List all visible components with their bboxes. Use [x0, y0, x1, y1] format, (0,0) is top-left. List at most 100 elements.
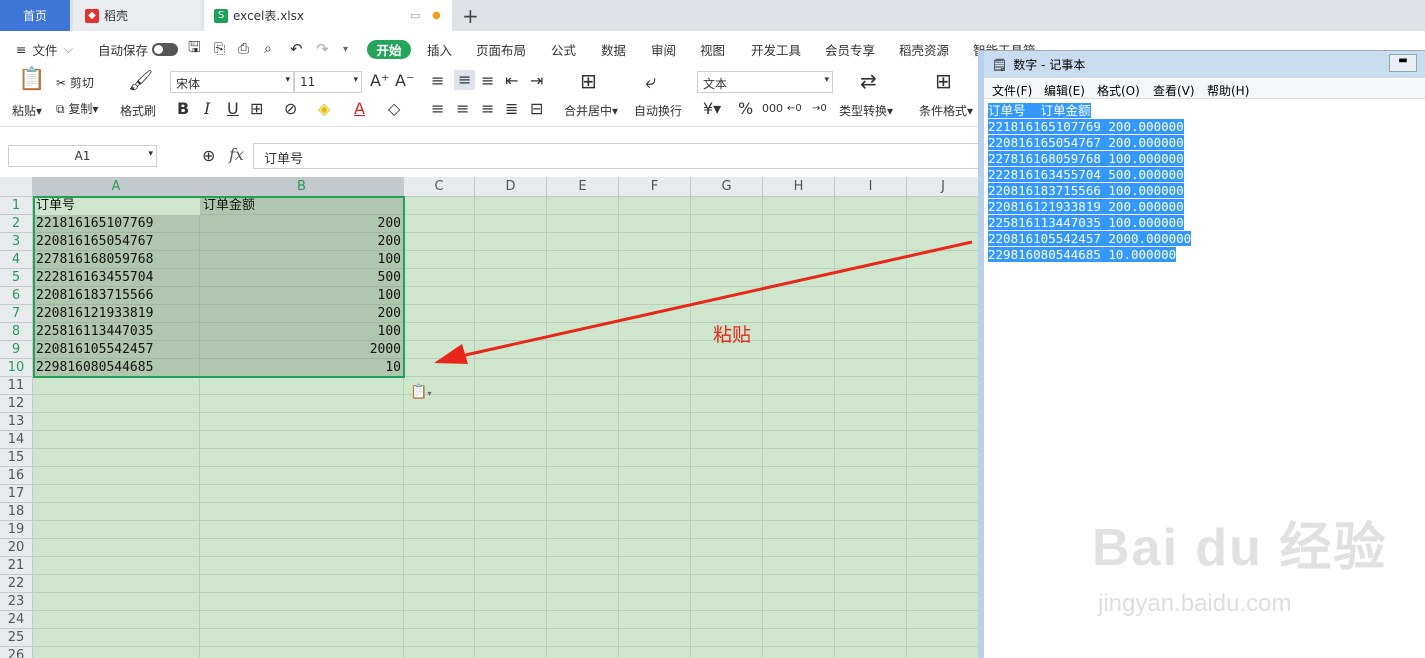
column-header-a[interactable]: A	[33, 177, 200, 197]
row-header[interactable]: 16	[0, 467, 33, 485]
select-all-corner[interactable]	[0, 177, 33, 197]
row-header[interactable]: 7	[0, 305, 33, 323]
tab-developer[interactable]: 开发工具	[751, 31, 801, 67]
tab-insert[interactable]: 插入	[427, 31, 452, 67]
np-menu-view[interactable]: 查看(V)	[1153, 82, 1195, 99]
fill-color-icon[interactable]: ◈	[318, 100, 330, 118]
row-header[interactable]: 10	[0, 359, 33, 377]
strikethrough-icon[interactable]: ⊘	[284, 100, 297, 118]
row-header[interactable]: 17	[0, 485, 33, 503]
paste-icon[interactable]: 📋	[18, 69, 45, 91]
redo-icon[interactable]: ↷	[316, 31, 329, 67]
row-header[interactable]: 2	[0, 215, 33, 233]
row-header[interactable]: 1	[0, 197, 33, 215]
row-header[interactable]: 13	[0, 413, 33, 431]
number-format-select[interactable]: 文本 ▾	[697, 71, 833, 93]
copy-button[interactable]: ⧉ 复制▾	[56, 100, 98, 117]
increase-font-icon[interactable]: A⁺	[370, 72, 389, 90]
tab-member[interactable]: 会员专享	[825, 31, 875, 67]
monitor-icon[interactable]: ▭	[410, 9, 420, 22]
cut-button[interactable]: ✂ 剪切	[56, 74, 94, 91]
row-header[interactable]: 9	[0, 341, 33, 359]
row-header[interactable]: 23	[0, 593, 33, 611]
row-header[interactable]: 20	[0, 539, 33, 557]
wrap-text-button[interactable]: 自动换行	[634, 102, 682, 119]
bold-icon[interactable]: B	[177, 100, 189, 118]
type-convert-button[interactable]: 类型转换▾	[839, 102, 893, 119]
column-header-j[interactable]: J	[907, 177, 980, 197]
tab-excel-file[interactable]: S excel表.xlsx ▭ ●	[204, 0, 452, 31]
tab-daoke-resources[interactable]: 稻壳资源	[899, 31, 949, 67]
italic-icon[interactable]: I	[204, 100, 210, 118]
row-header[interactable]: 8	[0, 323, 33, 341]
border-icon[interactable]: ⊞	[250, 100, 263, 118]
zoom-icon[interactable]: ⊕	[202, 147, 215, 165]
wrap-text-icon[interactable]: ⤶	[645, 71, 656, 91]
row-header[interactable]: 19	[0, 521, 33, 539]
column-header-f[interactable]: F	[619, 177, 691, 197]
align-top-icon[interactable]: ≡	[431, 72, 444, 90]
row-header[interactable]: 21	[0, 557, 33, 575]
font-family-select[interactable]: 宋体 ▾	[170, 71, 294, 93]
row-header[interactable]: 5	[0, 269, 33, 287]
paste-options-icon[interactable]: 📋▾	[410, 384, 431, 400]
row-header[interactable]: 14	[0, 431, 33, 449]
distribute-icon[interactable]: ⊟	[530, 100, 543, 118]
more-icon[interactable]: ▾	[343, 31, 348, 67]
increase-decimal-icon[interactable]: ←0	[787, 100, 802, 118]
formula-input[interactable]: 订单号	[253, 143, 980, 169]
conditional-format-button[interactable]: 条件格式▾	[919, 102, 973, 119]
column-header-i[interactable]: I	[835, 177, 907, 197]
row-header[interactable]: 11	[0, 377, 33, 395]
new-tab-plus-icon[interactable]: +	[462, 4, 479, 28]
np-menu-help[interactable]: 帮助(H)	[1207, 82, 1249, 99]
toggle-switch[interactable]	[152, 42, 179, 56]
align-bottom-icon[interactable]: ≡	[481, 72, 494, 90]
decrease-font-icon[interactable]: A⁻	[395, 72, 414, 90]
thousands-icon[interactable]: 000	[762, 100, 783, 118]
column-header-b[interactable]: B	[200, 177, 404, 197]
row-header[interactable]: 3	[0, 233, 33, 251]
file-menu[interactable]: ≡ 文件 ⌵	[16, 31, 73, 67]
minimize-button[interactable]: ▬	[1389, 54, 1417, 72]
format-painter-icon[interactable]: 🖌	[128, 70, 153, 90]
row-header[interactable]: 18	[0, 503, 33, 521]
row-header[interactable]: 26	[0, 647, 33, 658]
decrease-decimal-icon[interactable]: →0	[812, 100, 827, 118]
row-header[interactable]: 6	[0, 287, 33, 305]
percent-icon[interactable]: %	[738, 100, 753, 118]
column-header-h[interactable]: H	[763, 177, 835, 197]
align-middle-icon[interactable]: ≡	[454, 70, 476, 90]
tab-view[interactable]: 视图	[700, 31, 725, 67]
row-header[interactable]: 25	[0, 629, 33, 647]
font-color-icon[interactable]: A	[354, 100, 365, 118]
align-left-icon[interactable]: ≡	[431, 100, 444, 118]
export-pdf-icon[interactable]: ⎘	[214, 31, 225, 67]
row-header[interactable]: 12	[0, 395, 33, 413]
indent-increase-icon[interactable]: ⇥	[530, 72, 543, 90]
underline-icon[interactable]: U	[227, 100, 239, 118]
np-menu-file[interactable]: 文件(F)	[992, 82, 1032, 99]
fx-icon[interactable]: fx	[229, 146, 244, 164]
column-header-e[interactable]: E	[547, 177, 619, 197]
tab-start[interactable]: 开始	[367, 40, 411, 59]
np-menu-edit[interactable]: 编辑(E)	[1044, 82, 1085, 99]
align-right-icon[interactable]: ≡	[481, 100, 494, 118]
merge-center-icon[interactable]: ⊞	[580, 71, 597, 91]
row-header[interactable]: 22	[0, 575, 33, 593]
type-convert-icon[interactable]: ⇄	[860, 71, 877, 91]
tab-page-layout[interactable]: 页面布局	[476, 31, 526, 67]
font-size-select[interactable]: 11 ▾	[294, 71, 362, 93]
row-header[interactable]: 4	[0, 251, 33, 269]
tab-daoke[interactable]: ◆ 稻壳	[73, 0, 201, 31]
conditional-format-icon[interactable]: ⊞	[935, 71, 952, 91]
autosave-toggle[interactable]: 自动保存	[98, 31, 179, 67]
align-center-icon[interactable]: ≡	[456, 100, 469, 118]
tab-home[interactable]: 首页	[0, 0, 70, 31]
row-header[interactable]: 15	[0, 449, 33, 467]
tab-formula[interactable]: 公式	[551, 31, 576, 67]
format-painter-button[interactable]: 格式刷	[120, 102, 156, 119]
tab-review[interactable]: 审阅	[651, 31, 676, 67]
column-header-c[interactable]: C	[404, 177, 475, 197]
clear-icon[interactable]: ◇	[388, 100, 400, 118]
